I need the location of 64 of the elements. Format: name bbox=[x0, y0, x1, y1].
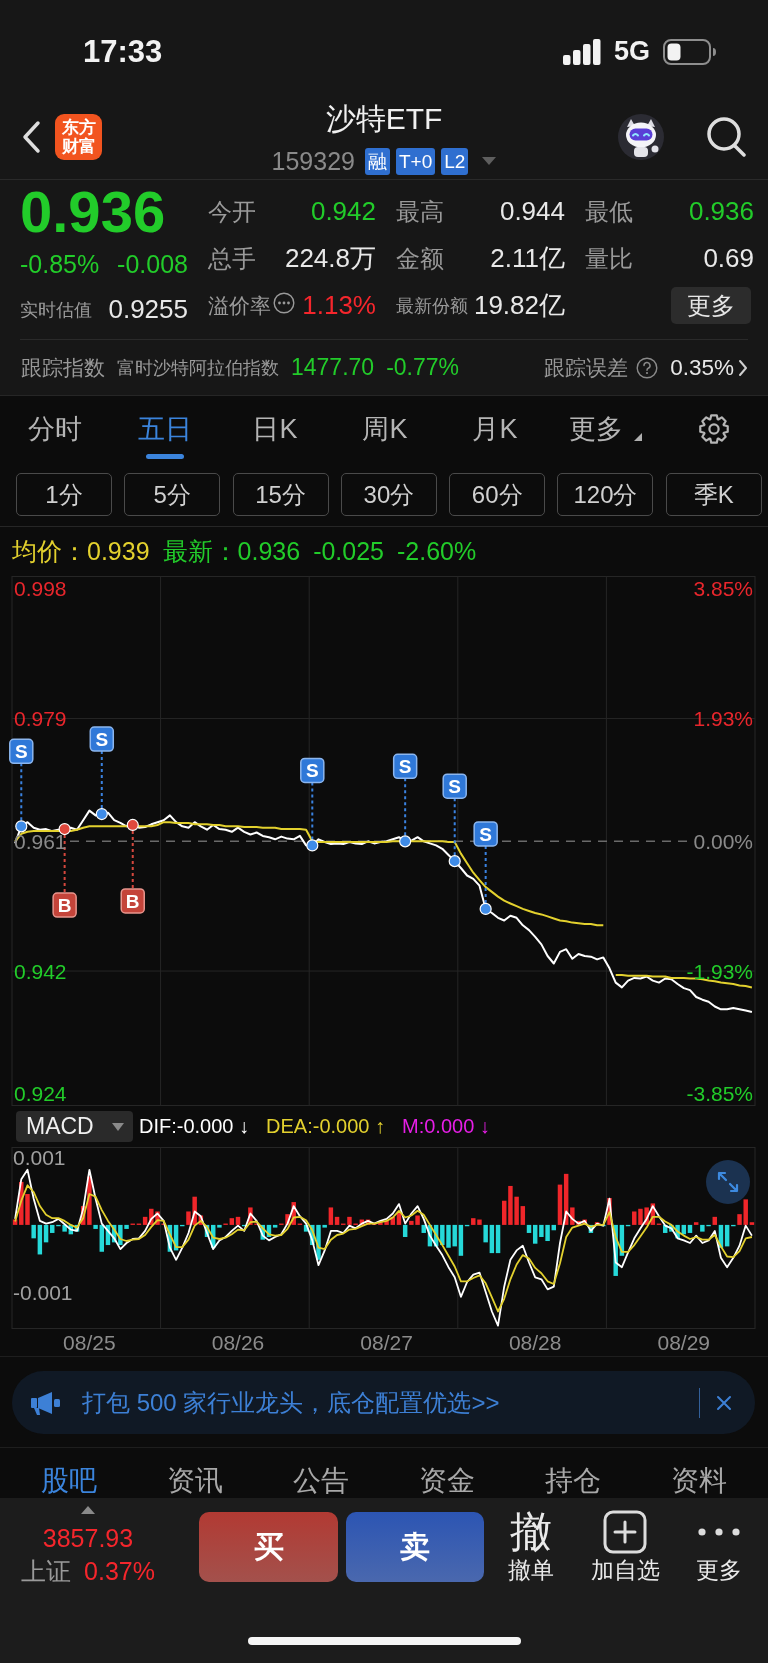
axis-label: 0.00% bbox=[693, 829, 753, 853]
stat-label: 今开 bbox=[208, 196, 256, 227]
tracking-error-label: 跟踪误差 bbox=[544, 354, 629, 381]
network-label: 5G bbox=[613, 36, 650, 67]
axis-label: 0.979 bbox=[14, 707, 67, 730]
legend-value: -2.60% bbox=[397, 537, 477, 566]
market-tag: L2 bbox=[441, 147, 469, 175]
axis-label: 08/27 bbox=[360, 1331, 413, 1354]
index-value: 3857.93 bbox=[42, 1524, 134, 1552]
fund-code: 159329 bbox=[271, 146, 355, 176]
app-logo: 东方 财富 bbox=[55, 114, 102, 160]
stat-value: 2.11亿 bbox=[490, 242, 565, 275]
stat-value: 1.13% bbox=[302, 290, 376, 321]
stat-label: 金额 bbox=[396, 243, 444, 274]
change-percent: -0.85% bbox=[20, 250, 100, 279]
tracking-label: 跟踪指数 bbox=[21, 354, 105, 381]
fund-title: 沙特ETF bbox=[325, 102, 443, 136]
legend-label: 最新： bbox=[162, 536, 238, 567]
index-name: 上证 bbox=[21, 1557, 72, 1585]
index-value: 1477.70 bbox=[291, 354, 375, 381]
axis-label: 08/25 bbox=[63, 1331, 116, 1354]
stat-value: 0.942 bbox=[310, 196, 376, 227]
axis-label: 0.924 bbox=[14, 1082, 67, 1106]
axis-label: -3.85% bbox=[686, 1082, 753, 1106]
last-price: 0.936 bbox=[20, 188, 167, 235]
stat-value: 19.82亿 bbox=[473, 289, 565, 322]
axis-label: 08/26 bbox=[211, 1331, 265, 1354]
index-change: -0.77% bbox=[386, 354, 459, 381]
axis-label: 0.942 bbox=[14, 959, 67, 983]
stat-value: 0.69 bbox=[703, 243, 754, 274]
index-name: 富时沙特阿拉伯指数 bbox=[117, 356, 279, 380]
axis-label: -1.93% bbox=[686, 959, 753, 983]
tracking-error-value: 0.35% bbox=[670, 354, 734, 381]
stat-label: 最低 bbox=[585, 196, 633, 227]
legend-label: 均价： bbox=[12, 536, 87, 567]
stat-label: 最新份额 bbox=[396, 294, 468, 318]
indicator-reading: M:0.000 ↓ bbox=[402, 1115, 490, 1138]
legend-value: -0.025 bbox=[313, 537, 384, 566]
axis-label: -0.001 bbox=[13, 1280, 73, 1304]
indicator-reading: DEA:-0.000 ↑ bbox=[266, 1115, 385, 1138]
legend-value: 0.939 bbox=[87, 537, 150, 566]
stat-label: 最高 bbox=[396, 196, 444, 227]
stat-label: 溢价率 bbox=[208, 292, 271, 319]
axis-label: 1.93% bbox=[693, 707, 753, 730]
promo-text: 打包 500 家行业龙头，底仓配置优选>> bbox=[82, 1387, 500, 1418]
axis-label: 08/29 bbox=[657, 1331, 711, 1354]
index-change: 0.37% bbox=[84, 1557, 155, 1585]
axis-label: 3.85% bbox=[693, 577, 753, 601]
axis-label: 08/28 bbox=[508, 1331, 562, 1354]
axis-label: 0.998 bbox=[14, 577, 67, 601]
axis-label: 0.001 bbox=[13, 1147, 66, 1170]
stat-value: 0.936 bbox=[688, 196, 754, 227]
indicator-reading: DIF:-0.000 ↓ bbox=[139, 1115, 250, 1138]
change-amount: -0.008 bbox=[117, 250, 188, 279]
market-tag: 融 bbox=[365, 147, 390, 175]
stat-value: 0.944 bbox=[499, 196, 565, 227]
market-tag: T+0 bbox=[396, 147, 436, 175]
stat-label: 实时估值 bbox=[20, 298, 92, 322]
stat-value: 224.8万 bbox=[284, 242, 376, 275]
stat-value: 0.9255 bbox=[108, 294, 188, 325]
stat-label: 量比 bbox=[585, 243, 633, 274]
stat-label: 总手 bbox=[208, 243, 256, 274]
legend-value: 0.936 bbox=[237, 537, 301, 566]
status-time: 17:33 bbox=[83, 33, 163, 70]
